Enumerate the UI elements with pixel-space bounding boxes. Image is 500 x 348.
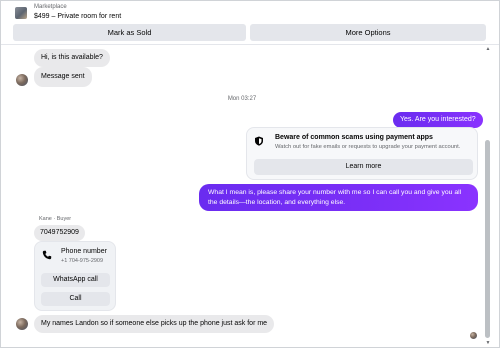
listing-thumbnail[interactable] bbox=[15, 7, 27, 19]
phone-number-label: Phone number bbox=[61, 248, 107, 255]
scroll-up-arrow-icon[interactable]: ▲ bbox=[484, 46, 492, 52]
scroll-down-arrow-icon[interactable]: ▼ bbox=[484, 340, 492, 346]
message-timestamp: Mon 03:27 bbox=[227, 96, 257, 102]
avatar[interactable] bbox=[16, 318, 28, 330]
message-incoming: Message sent bbox=[34, 67, 92, 87]
shield-icon bbox=[255, 136, 263, 146]
message-incoming: 7049752909 bbox=[34, 225, 85, 241]
avatar[interactable] bbox=[16, 74, 28, 86]
scrollbar-thumb[interactable] bbox=[485, 140, 490, 338]
message-line: What I mean is, please share your number… bbox=[208, 189, 462, 196]
call-button[interactable]: Call bbox=[41, 292, 110, 306]
more-options-button[interactable]: More Options bbox=[250, 24, 486, 41]
message-incoming: My names Landon so if someone else picks… bbox=[34, 315, 275, 333]
phone-icon bbox=[42, 250, 52, 260]
mark-as-sold-button[interactable]: Mark as Sold bbox=[13, 24, 246, 41]
listing-title[interactable]: $499 – Private room for rent bbox=[34, 13, 121, 20]
message-outgoing: Yes. Are you interested? bbox=[393, 112, 483, 128]
message-line: the details—the location, and everything… bbox=[208, 199, 346, 206]
message-outgoing: What I mean is, please share your number… bbox=[199, 184, 478, 211]
phone-number-value: +1 704-975-2909 bbox=[61, 258, 104, 264]
warning-body: Watch out for fake emails or requests to… bbox=[275, 144, 461, 150]
learn-more-button[interactable]: Learn more bbox=[254, 159, 473, 175]
listing-kicker: Marketplace bbox=[34, 4, 67, 10]
seen-avatar bbox=[470, 332, 477, 339]
sender-name: Kane · Buyer bbox=[39, 216, 72, 222]
message-incoming: Hi, is this available? bbox=[34, 49, 110, 67]
header-divider bbox=[1, 44, 499, 45]
warning-title: Beware of common scams using payment app… bbox=[275, 134, 433, 141]
whatsapp-call-button[interactable]: WhatsApp call bbox=[41, 273, 110, 287]
